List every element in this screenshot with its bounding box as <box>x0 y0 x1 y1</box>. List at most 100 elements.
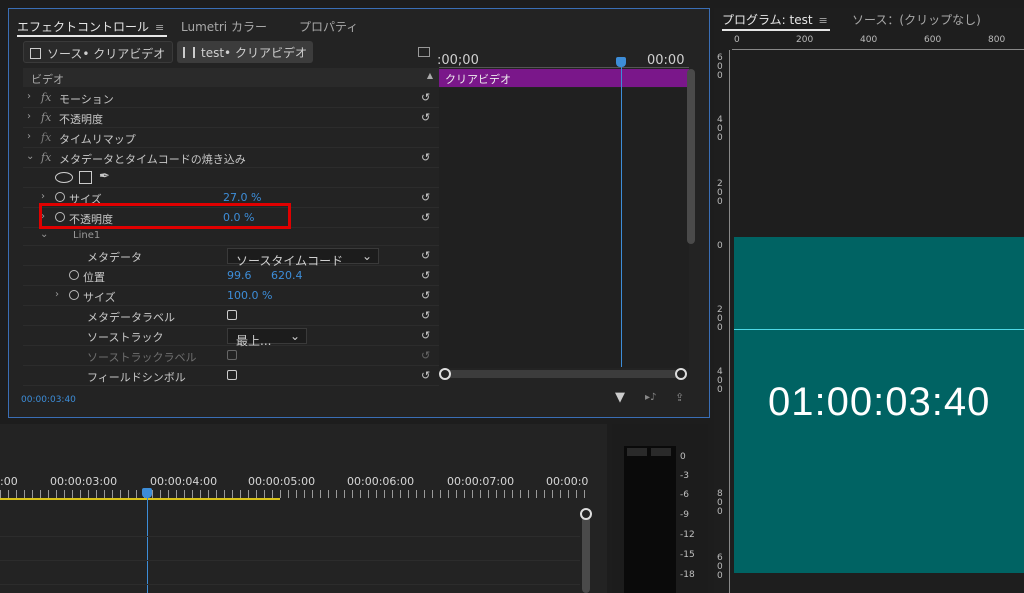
db-label: -9 <box>680 510 689 520</box>
effect-row-motion[interactable]: › fx モーション ↺ <box>23 88 439 108</box>
work-area-bar[interactable] <box>0 498 280 500</box>
chevron-right-icon[interactable]: › <box>27 91 31 102</box>
current-time-readout[interactable]: 00:00:03:40 <box>21 395 76 405</box>
fx-icon[interactable]: fx <box>41 91 51 104</box>
param-row-line1[interactable]: ⌄ Line1 <box>23 228 439 246</box>
stopwatch-icon[interactable] <box>69 290 79 300</box>
position-x-value[interactable]: 99.6 <box>227 269 252 282</box>
scroll-handle[interactable] <box>580 508 592 520</box>
reset-icon[interactable]: ↺ <box>421 329 435 342</box>
effect-row-burn-in[interactable]: ⌄ fx メタデータとタイムコードの焼き込み ↺ <box>23 148 439 168</box>
panel-layout-icon[interactable] <box>418 47 430 57</box>
tab-program[interactable]: プログラム: test ≡ <box>722 11 828 28</box>
timecode-label: 00:00:04:00 <box>150 475 218 488</box>
scroll-handle-right[interactable] <box>675 368 687 380</box>
mini-timeline-end: 00:00 <box>647 53 685 68</box>
playhead-handle[interactable] <box>142 488 152 498</box>
tab-source[interactable]: ソース：(クリップなし) <box>852 11 981 28</box>
reset-icon[interactable]: ↺ <box>421 369 435 382</box>
metadata-dropdown[interactable]: ソースタイムコード ⌄ <box>227 248 379 268</box>
position-y-value[interactable]: 620.4 <box>271 269 303 282</box>
sequence-clip-button[interactable]: test• クリアビデオ <box>177 41 313 63</box>
effect-row-opacity[interactable]: › fx 不透明度 ↺ <box>23 108 439 128</box>
source-track-dropdown[interactable]: 最上... ⌄ <box>227 328 307 348</box>
param-row-source-track-label[interactable]: ソーストラックラベル ↺ <box>23 346 439 366</box>
track-divider <box>0 584 580 585</box>
tab-effect-controls[interactable]: エフェクトコントロール ≡ <box>17 18 164 35</box>
vertical-scrollbar[interactable] <box>687 69 695 244</box>
param-row-source-track[interactable]: ソーストラック 最上... ⌄ ↺ <box>23 326 439 348</box>
pen-mask-icon[interactable]: ✒ <box>99 169 110 184</box>
mini-playhead-handle[interactable] <box>616 57 626 67</box>
reset-icon[interactable]: ↺ <box>421 91 435 104</box>
reset-icon[interactable]: ↺ <box>421 289 435 302</box>
active-tab-underline <box>722 29 830 31</box>
db-label: -6 <box>680 490 689 500</box>
panel-menu-icon[interactable]: ≡ <box>819 14 828 27</box>
effect-row-time-remap[interactable]: › fx タイムリマップ <box>23 128 439 148</box>
scroll-handle-left[interactable] <box>439 368 451 380</box>
ellipse-mask-icon[interactable] <box>55 172 73 183</box>
fx-icon[interactable]: fx <box>41 151 51 164</box>
reset-icon[interactable]: ↺ <box>421 269 435 282</box>
timecode-label: 00:00:03:00 <box>50 475 118 488</box>
audio-meter-panel: 0 -3 -6 -9 -12 -15 -18 <box>612 424 708 593</box>
audio-meter-bars <box>624 446 676 593</box>
horizontal-ruler: 0 200 400 600 800 <box>732 34 1024 50</box>
size2-value[interactable]: 100.0 % <box>227 289 272 302</box>
source-clip-button[interactable]: ソース• クリアビデオ <box>23 41 173 63</box>
chevron-right-icon[interactable]: › <box>41 191 45 202</box>
rectangle-mask-icon[interactable] <box>79 171 92 184</box>
chevron-right-icon[interactable]: › <box>27 111 31 122</box>
stopwatch-icon[interactable] <box>69 270 79 280</box>
mini-timeline-start: :00;00 <box>437 53 479 68</box>
chevron-right-icon[interactable]: › <box>55 289 59 300</box>
fx-icon[interactable]: fx <box>41 111 51 124</box>
reset-icon[interactable]: ↺ <box>421 151 435 164</box>
db-label: -18 <box>680 570 695 580</box>
panel-menu-icon[interactable]: ≡ <box>155 21 164 34</box>
track-divider <box>0 536 580 537</box>
reset-icon[interactable]: ↺ <box>421 111 435 124</box>
track-divider <box>0 560 580 561</box>
tab-lumetri-color[interactable]: Lumetri カラー <box>181 18 267 35</box>
reset-icon[interactable]: ↺ <box>421 349 435 362</box>
reset-icon[interactable]: ↺ <box>421 211 435 224</box>
param-row-field-symbol[interactable]: フィールドシンボル ↺ <box>23 366 439 386</box>
param-row-size2[interactable]: › サイズ 100.0 % ↺ <box>23 286 439 306</box>
timeline-panel: :00 00:00:03:00 00:00:04:00 00:00:05:00 … <box>0 424 607 593</box>
db-label: -12 <box>680 530 695 540</box>
tab-properties[interactable]: プロパティ <box>299 18 358 35</box>
mini-timeline-area[interactable] <box>439 88 689 368</box>
source-track-label-checkbox[interactable] <box>227 350 237 360</box>
collapse-up-icon[interactable]: ▲ <box>427 71 433 80</box>
reset-icon[interactable]: ↺ <box>421 309 435 322</box>
chevron-down-icon[interactable]: ⌄ <box>40 229 48 240</box>
filter-icon[interactable]: ▼ <box>615 390 625 405</box>
field-symbol-checkbox[interactable] <box>227 370 237 380</box>
chevron-down-icon: ⌄ <box>361 249 372 263</box>
export-icon[interactable]: ⇪ <box>675 391 684 404</box>
reset-icon[interactable]: ↺ <box>421 249 435 262</box>
param-row-position[interactable]: 位置 99.6 620.4 ↺ <box>23 266 439 286</box>
guide-line <box>734 329 1024 330</box>
timeline-vertical-scrollbar[interactable] <box>582 510 590 593</box>
play-audio-icon[interactable]: ▸♪ <box>645 392 656 403</box>
program-monitor-panel: プログラム: test ≡ ソース：(クリップなし) 0 200 400 600 … <box>714 8 1024 593</box>
db-label: 0 <box>680 452 686 462</box>
chevron-right-icon[interactable]: › <box>27 131 31 142</box>
timecode-overlay: 01:00:03:40 <box>768 380 991 424</box>
meter-peak-left <box>627 448 647 456</box>
mini-horizontal-scrollbar[interactable] <box>441 370 687 378</box>
timecode-label: :00 <box>0 475 18 488</box>
playhead-line <box>147 498 148 593</box>
reset-icon[interactable]: ↺ <box>421 191 435 204</box>
param-row-metadata-label[interactable]: メタデータラベル ↺ <box>23 306 439 326</box>
stopwatch-icon[interactable] <box>55 192 65 202</box>
chevron-down-icon[interactable]: ⌄ <box>26 151 34 162</box>
param-row-metadata[interactable]: メタデータ ソースタイムコード ⌄ ↺ <box>23 246 439 268</box>
mini-ruler <box>439 67 689 68</box>
active-tab-underline <box>17 35 167 37</box>
clip-bar[interactable]: クリアビデオ <box>439 69 689 87</box>
metadata-label-checkbox[interactable] <box>227 310 237 320</box>
